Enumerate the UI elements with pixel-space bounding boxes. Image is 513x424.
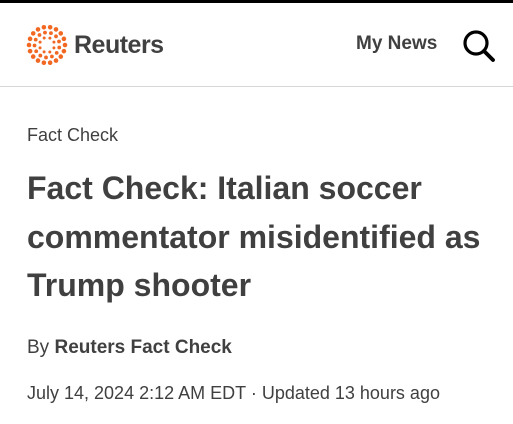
logo-dot <box>41 24 47 30</box>
logo-dot <box>35 58 41 63</box>
logo-dot <box>33 37 38 42</box>
brand-name: Reuters <box>74 30 164 59</box>
logo-dot <box>57 45 62 50</box>
author-link[interactable]: Reuters Fact Check <box>54 337 231 358</box>
logo-dot <box>38 40 42 44</box>
byline-prefix: By <box>27 337 50 358</box>
logo-dot <box>42 50 46 54</box>
logo-dot <box>61 48 67 54</box>
search-icon[interactable] <box>462 29 496 63</box>
logo-dot <box>53 27 59 32</box>
logo-dot <box>53 58 59 63</box>
logo-dot <box>61 36 67 42</box>
reuters-logo-mark <box>26 24 68 66</box>
logo-dot <box>52 40 56 44</box>
breadcrumb-section[interactable]: Fact Check <box>27 125 118 146</box>
updated-time: Updated 13 hours ago <box>261 383 440 403</box>
logo-dot <box>47 24 53 30</box>
logo-dot <box>42 36 46 40</box>
logo-dot <box>58 54 64 59</box>
logo-dot <box>50 54 54 59</box>
logo-dot <box>37 33 42 37</box>
logo-dot <box>27 36 33 42</box>
logo-dot <box>44 55 48 60</box>
dateline: July 14, 2024 2:12 AM EDT · Updated 13 h… <box>27 383 440 404</box>
published-time: July 14, 2024 2:12 AM EDT <box>27 383 246 403</box>
article-headline: Fact Check: Italian soccer commentator m… <box>27 170 481 303</box>
logo-dot <box>38 53 43 58</box>
logo-dot <box>35 27 41 32</box>
logo-dot <box>48 50 52 54</box>
reuters-logo[interactable]: Reuters <box>26 24 164 66</box>
logo-dot <box>30 31 36 36</box>
dateline-separator: · <box>250 383 257 403</box>
logo-dot <box>52 46 56 50</box>
logo-dot <box>27 48 33 54</box>
logo-dot <box>38 46 42 50</box>
logo-dot <box>49 31 53 36</box>
logo-dot <box>41 60 47 66</box>
logo-dot <box>57 39 61 44</box>
logo-dot <box>48 36 52 40</box>
site-header: Reuters My News <box>0 3 513 87</box>
logo-dot <box>58 31 64 36</box>
logo-dot <box>43 30 47 35</box>
logo-dot <box>34 49 39 54</box>
logo-dot <box>32 43 37 48</box>
my-news-link[interactable]: My News <box>356 33 437 55</box>
logo-dot <box>47 60 53 66</box>
logo-dot <box>54 50 59 55</box>
logo-dot <box>30 54 36 59</box>
logo-dot <box>54 34 58 39</box>
logo-dot <box>26 42 32 48</box>
byline: By Reuters Fact Check <box>27 337 232 359</box>
logo-dot <box>62 42 68 48</box>
